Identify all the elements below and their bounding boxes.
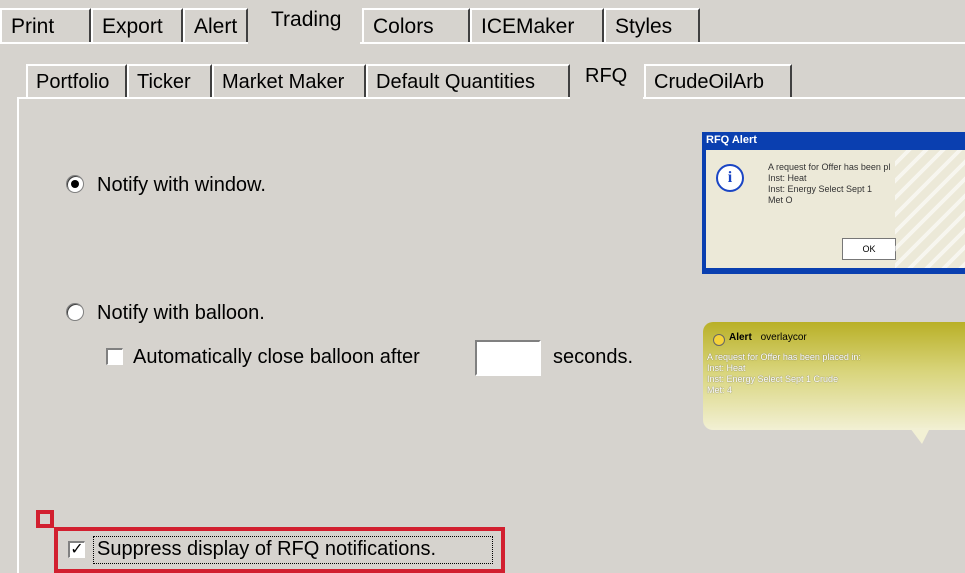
tab-label: Print	[11, 15, 55, 38]
tab-portfolio[interactable]: Portfolio	[26, 64, 127, 98]
tab-alert[interactable]: Alert	[183, 8, 248, 42]
tab-label: Alert	[194, 15, 238, 38]
tab-label: CrudeOilArb	[654, 71, 765, 93]
decorative-stripes	[895, 150, 965, 268]
tab-rfq[interactable]: RFQ	[577, 58, 643, 98]
tab-market-maker[interactable]: Market Maker	[212, 64, 366, 98]
tab-divider	[360, 42, 965, 44]
balloon-title-text: Alert	[729, 332, 752, 343]
tab-divider	[643, 97, 965, 99]
balloon-message: A request for Offer has been placed in: …	[707, 352, 861, 395]
tab-trading[interactable]: Trading	[262, 3, 360, 42]
highlight-box	[54, 527, 505, 573]
tab-label: Trading	[271, 8, 342, 31]
window-alert-preview: RFQ Alert i A request for Offer has been…	[702, 132, 965, 274]
alert-title: RFQ Alert	[706, 134, 757, 146]
tab-label: Default Quantities	[376, 71, 535, 93]
tab-label: RFQ	[585, 65, 628, 87]
alert-message: A request for Offer has been pl Inst: He…	[768, 162, 891, 205]
balloon-subtitle: overlaycor	[760, 332, 807, 343]
tab-label: Styles	[615, 15, 673, 38]
seconds-label: seconds.	[553, 346, 634, 368]
tab-icemaker[interactable]: ICEMaker	[470, 8, 604, 42]
notify-balloon-label[interactable]: Notify with balloon.	[97, 302, 265, 325]
balloon-title: Alert overlaycor	[729, 332, 807, 343]
auto-close-seconds-input[interactable]	[475, 340, 541, 376]
tab-label: Ticker	[137, 71, 191, 93]
tab-styles[interactable]: Styles	[604, 8, 700, 42]
tab-ticker[interactable]: Ticker	[127, 64, 212, 98]
notify-window-radio[interactable]	[66, 175, 84, 193]
tab-label: Colors	[373, 15, 434, 38]
tab-crudeoilarb[interactable]: CrudeOilArb	[644, 64, 792, 98]
panel-edge	[17, 98, 19, 573]
tab-colors[interactable]: Colors	[362, 8, 470, 42]
tab-print[interactable]: Print	[0, 8, 91, 42]
notify-balloon-radio[interactable]	[66, 303, 84, 321]
inner-tab-strip: Portfolio Ticker Market Maker Default Qu…	[0, 52, 965, 102]
tab-label: ICEMaker	[481, 15, 575, 38]
notify-window-label[interactable]: Notify with window.	[97, 174, 266, 197]
tab-label: Export	[102, 15, 163, 38]
warning-icon	[713, 334, 725, 346]
tab-export[interactable]: Export	[91, 8, 183, 42]
tab-label: Market Maker	[222, 71, 345, 93]
tab-divider	[17, 97, 570, 99]
balloon-alert-preview: Alert overlaycor A request for Offer has…	[703, 322, 965, 430]
highlight-handle	[36, 510, 54, 528]
info-icon: i	[716, 164, 744, 192]
tab-default-quantities[interactable]: Default Quantities	[366, 64, 570, 98]
top-tab-strip: Print Export Alert Trading Colors ICEMak…	[0, 0, 965, 46]
balloon-tail	[910, 428, 930, 444]
options-dialog: Print Export Alert Trading Colors ICEMak…	[0, 0, 965, 573]
alert-body: i A request for Offer has been pl Inst: …	[706, 150, 965, 268]
alert-ok-button: OK	[842, 238, 896, 260]
tab-divider	[0, 42, 248, 44]
auto-close-checkbox[interactable]	[106, 348, 123, 365]
radio-dot	[71, 180, 79, 188]
tab-label: Portfolio	[36, 71, 110, 93]
auto-close-label[interactable]: Automatically close balloon after	[133, 346, 420, 369]
